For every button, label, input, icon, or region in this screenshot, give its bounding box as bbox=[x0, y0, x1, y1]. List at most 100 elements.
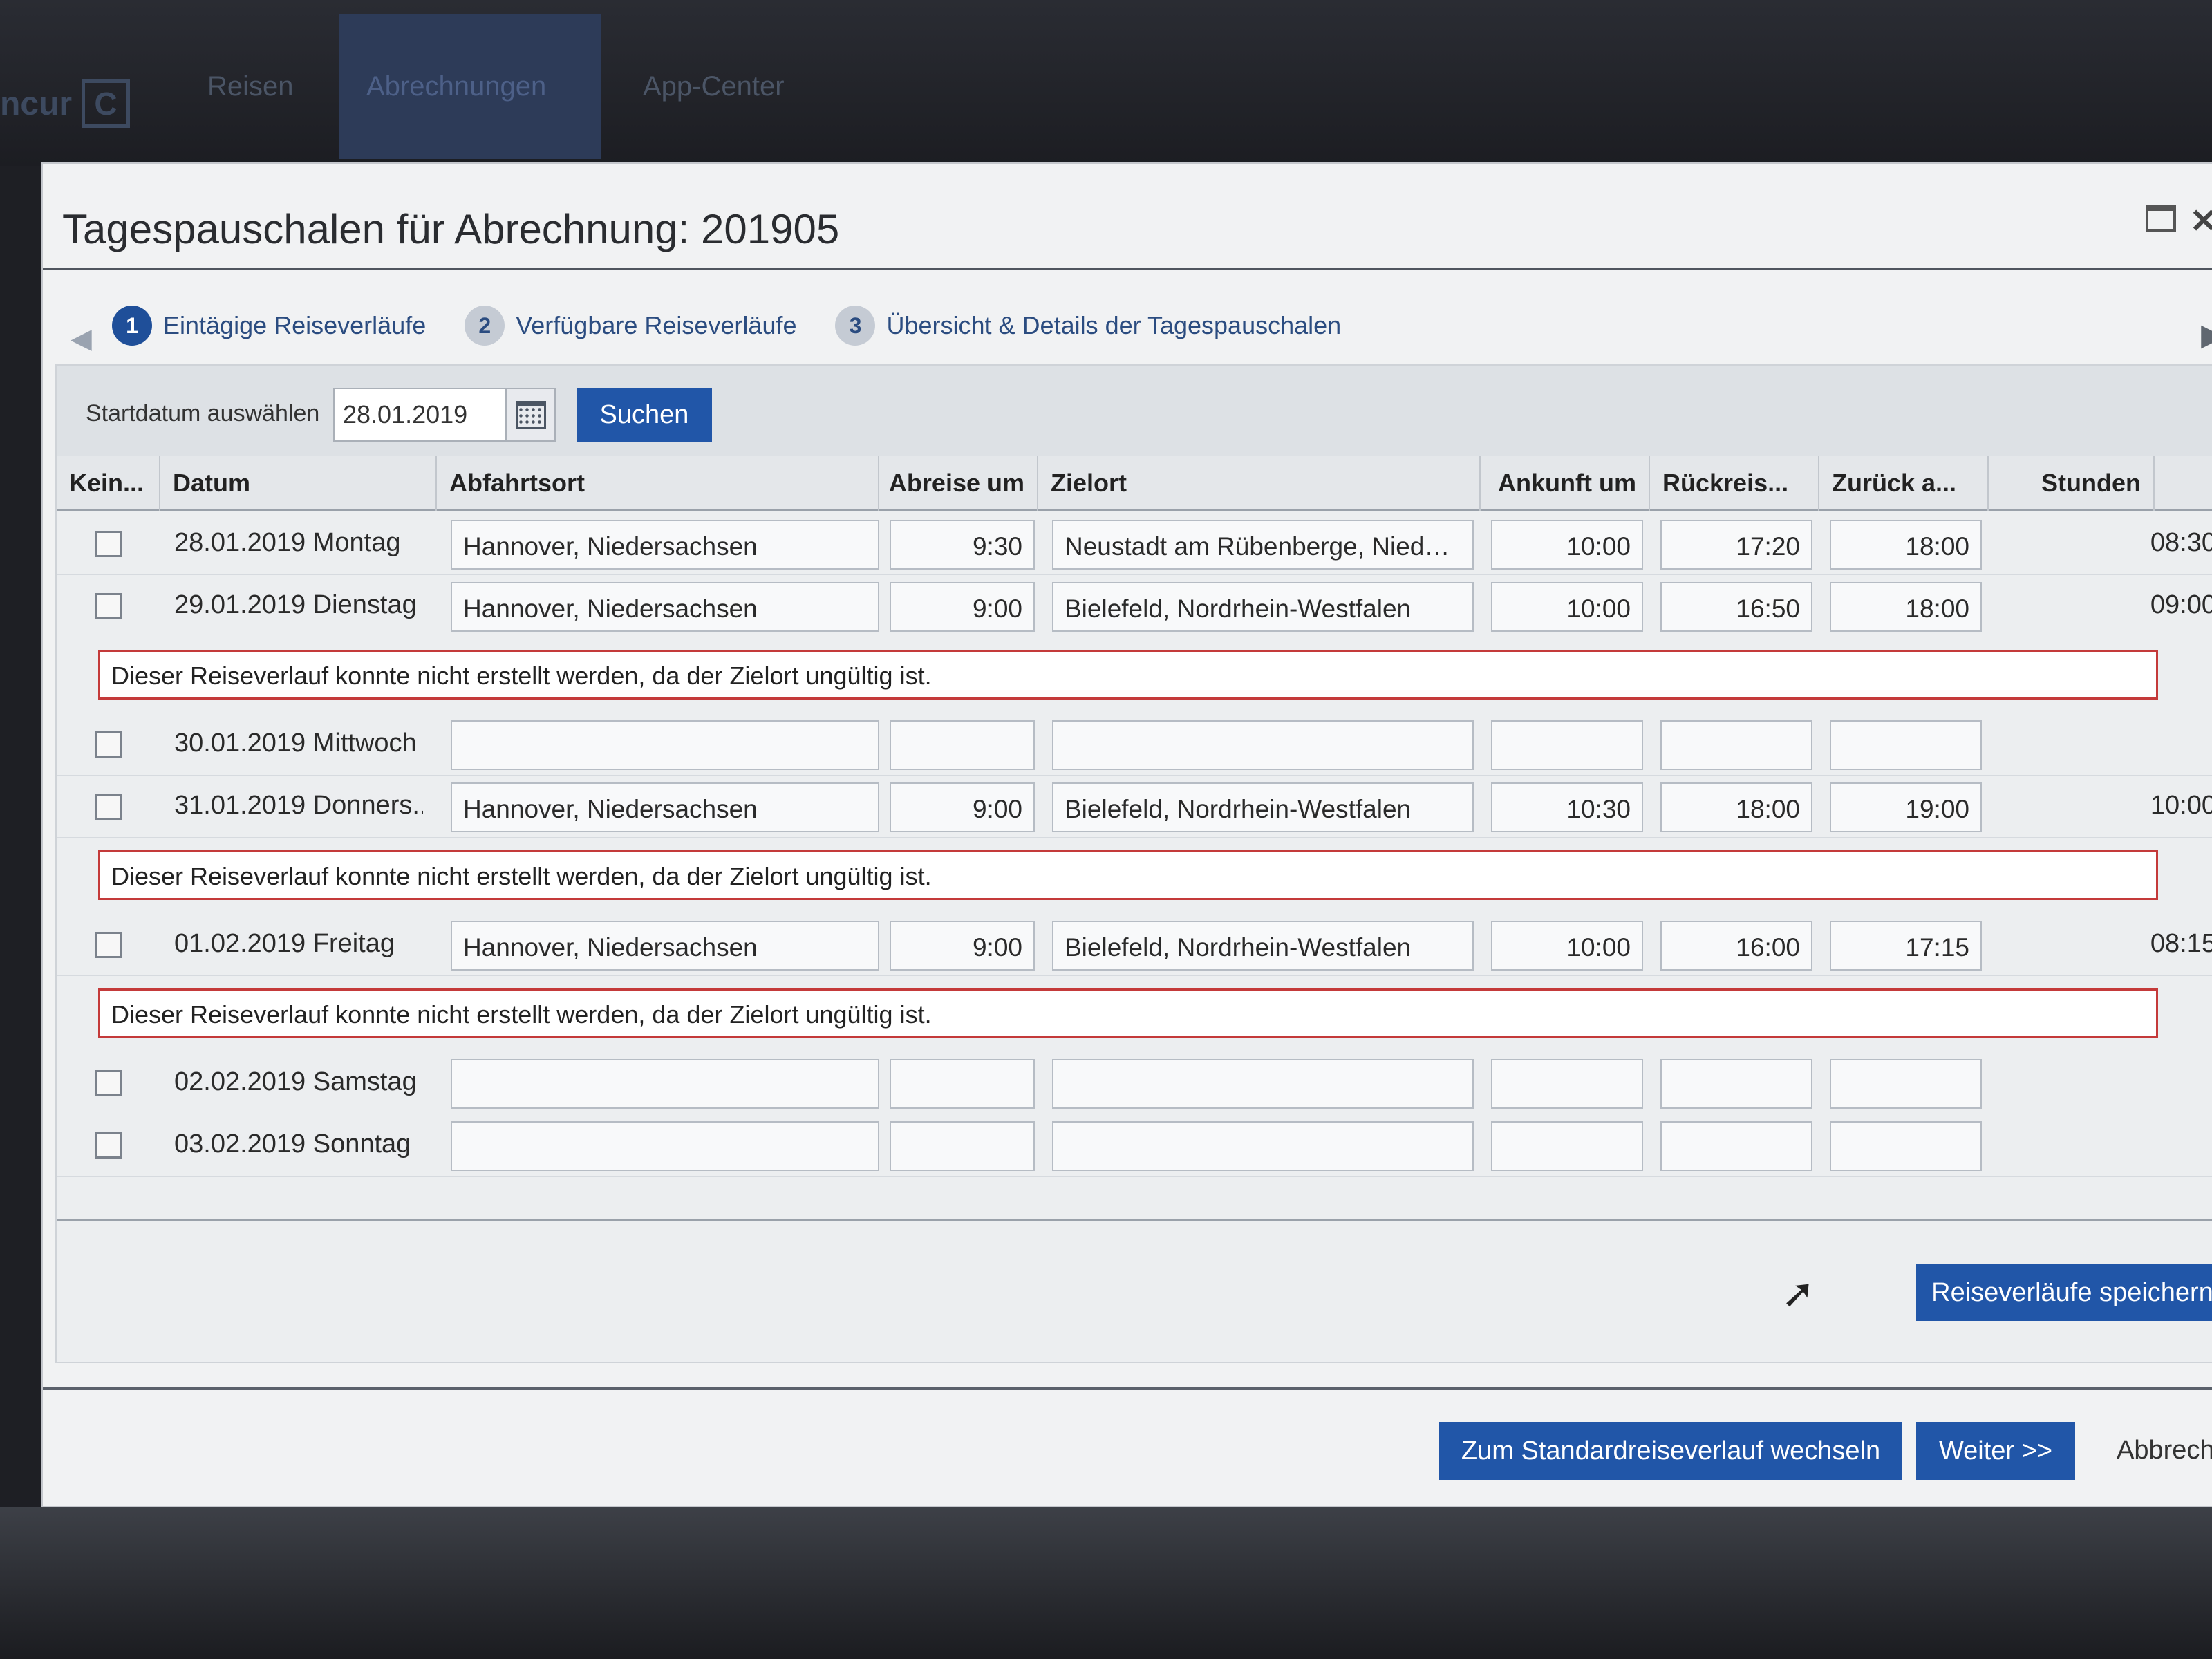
col-header-datum[interactable]: Datum bbox=[160, 456, 437, 511]
arrival-time-field[interactable]: 10:00 bbox=[1491, 520, 1643, 570]
table-bottom-rule bbox=[57, 1219, 2212, 1221]
calendar-icon bbox=[516, 401, 546, 429]
row-date: 30.01.2019 Mittwoch bbox=[174, 729, 417, 758]
departure-place-field[interactable]: Hannover, Niedersachsen bbox=[451, 520, 879, 570]
app-logo: ncur C bbox=[0, 76, 131, 131]
row-date: 29.01.2019 Dienstag bbox=[174, 590, 417, 619]
nav-tab-reisen[interactable]: Reisen bbox=[180, 14, 321, 159]
return-departure-field[interactable]: 18:00 bbox=[1660, 782, 1812, 832]
col-header-ankunft[interactable]: Ankunft um bbox=[1481, 456, 1650, 511]
daily-allowance-dialog: Tagespauschalen für Abrechnung: 201905 ✕… bbox=[41, 162, 2212, 1507]
row-checkbox[interactable] bbox=[95, 794, 122, 820]
return-arrival-field[interactable] bbox=[1830, 1121, 1982, 1171]
departure-time-field[interactable]: 9:00 bbox=[890, 782, 1035, 832]
table-row: 30.01.2019 Mittwoch bbox=[57, 713, 2212, 776]
table-row: 29.01.2019 Dienstag Hannover, Niedersach… bbox=[57, 575, 2212, 637]
next-button[interactable]: Weiter >> bbox=[1916, 1422, 2075, 1480]
return-arrival-field[interactable]: 19:00 bbox=[1830, 782, 1982, 832]
arrival-time-field[interactable] bbox=[1491, 720, 1643, 770]
cancel-link[interactable]: Abbreche bbox=[2117, 1436, 2212, 1465]
row-checkbox[interactable] bbox=[95, 1132, 122, 1159]
col-header-zielort[interactable]: Zielort bbox=[1038, 456, 1481, 511]
row-checkbox[interactable] bbox=[95, 932, 122, 958]
row-checkbox[interactable] bbox=[95, 531, 122, 557]
wizard-steps: 1 Eintägige Reiseverläufe 2 Verfügbare R… bbox=[112, 306, 1341, 346]
switch-to-standard-button[interactable]: Zum Standardreiseverlauf wechseln bbox=[1439, 1422, 1902, 1480]
itinerary-panel: Startdatum auswählen Suchen Kein... Datu… bbox=[55, 364, 2212, 1363]
destination-field[interactable] bbox=[1052, 1059, 1474, 1109]
col-header-abreise[interactable]: Abreise um bbox=[879, 456, 1038, 511]
destination-field[interactable] bbox=[1052, 1121, 1474, 1171]
step-3[interactable]: 3 Übersicht & Details der Tagespauschale… bbox=[835, 306, 1341, 346]
row-checkbox[interactable] bbox=[95, 731, 122, 758]
departure-time-field[interactable]: 9:30 bbox=[890, 520, 1035, 570]
return-arrival-field[interactable]: 17:15 bbox=[1830, 921, 1982, 971]
destination-field[interactable] bbox=[1052, 720, 1474, 770]
departure-place-field[interactable]: Hannover, Niedersachsen bbox=[451, 921, 879, 971]
step-number: 2 bbox=[465, 306, 505, 346]
table-header: Kein... Datum Abfahrtsort Abreise um Zie… bbox=[57, 456, 2212, 511]
return-departure-field[interactable]: 16:00 bbox=[1660, 921, 1812, 971]
table-row: 02.02.2019 Samstag bbox=[57, 1052, 2212, 1114]
table-row: 03.02.2019 Sonntag bbox=[57, 1114, 2212, 1177]
steps-next-icon[interactable]: ▶ bbox=[2201, 317, 2212, 353]
step-2[interactable]: 2 Verfügbare Reiseverläufe bbox=[465, 306, 796, 346]
return-arrival-field[interactable] bbox=[1830, 1059, 1982, 1109]
destination-field[interactable]: Bielefeld, Nordrhein-Westfalen bbox=[1052, 782, 1474, 832]
departure-place-field[interactable] bbox=[451, 720, 879, 770]
nav-tab-app-center[interactable]: App-Center bbox=[615, 14, 812, 159]
departure-place-field[interactable]: Hannover, Niedersachsen bbox=[451, 782, 879, 832]
departure-time-field[interactable] bbox=[890, 720, 1035, 770]
maximize-icon[interactable] bbox=[2146, 205, 2176, 232]
arrival-time-field[interactable]: 10:00 bbox=[1491, 921, 1643, 971]
start-date-label: Startdatum auswählen bbox=[86, 400, 320, 427]
close-icon[interactable]: ✕ bbox=[2190, 205, 2212, 238]
departure-time-field[interactable]: 9:00 bbox=[890, 582, 1035, 632]
row-checkbox[interactable] bbox=[95, 1070, 122, 1096]
nav-tab-abrechnungen[interactable]: Abrechnungen bbox=[339, 14, 601, 159]
return-arrival-field[interactable]: 18:00 bbox=[1830, 582, 1982, 632]
col-header-kein[interactable]: Kein... bbox=[57, 456, 160, 511]
departure-place-field[interactable] bbox=[451, 1121, 879, 1171]
table-row: 31.01.2019 Donners... Hannover, Niedersa… bbox=[57, 776, 2212, 838]
calendar-button[interactable] bbox=[506, 388, 556, 442]
step-label: Verfügbare Reiseverläufe bbox=[516, 311, 797, 339]
departure-place-field[interactable]: Hannover, Niedersachsen bbox=[451, 582, 879, 632]
departure-time-field[interactable] bbox=[890, 1121, 1035, 1171]
arrival-time-field[interactable]: 10:30 bbox=[1491, 782, 1643, 832]
row-checkbox[interactable] bbox=[95, 593, 122, 619]
error-row: Dieser Reiseverlauf konnte nicht erstell… bbox=[57, 838, 2212, 914]
step-1[interactable]: 1 Eintägige Reiseverläufe bbox=[112, 306, 426, 346]
return-departure-field[interactable] bbox=[1660, 1059, 1812, 1109]
departure-place-field[interactable] bbox=[451, 1059, 879, 1109]
start-date-input[interactable] bbox=[333, 388, 506, 442]
row-date: 03.02.2019 Sonntag bbox=[174, 1130, 411, 1159]
table-body: 28.01.2019 Montag Hannover, Niedersachse… bbox=[57, 513, 2212, 1177]
destination-field[interactable]: Neustadt am Rübenberge, Nieder... bbox=[1052, 520, 1474, 570]
return-departure-field[interactable]: 17:20 bbox=[1660, 520, 1812, 570]
return-arrival-field[interactable] bbox=[1830, 720, 1982, 770]
return-arrival-field[interactable]: 18:00 bbox=[1830, 520, 1982, 570]
row-hours: 08:15 bbox=[2150, 929, 2212, 958]
arrival-time-field[interactable] bbox=[1491, 1121, 1643, 1171]
row-date: 02.02.2019 Samstag bbox=[174, 1067, 417, 1096]
search-button[interactable]: Suchen bbox=[577, 388, 712, 442]
save-itineraries-button[interactable]: Reiseverläufe speichern bbox=[1916, 1264, 2212, 1321]
dialog-title: Tagespauschalen für Abrechnung: 201905 bbox=[62, 206, 840, 252]
departure-time-field[interactable] bbox=[890, 1059, 1035, 1109]
return-departure-field[interactable]: 16:50 bbox=[1660, 582, 1812, 632]
steps-prev-icon[interactable]: ◀ bbox=[71, 323, 92, 355]
table-row: 01.02.2019 Freitag Hannover, Niedersachs… bbox=[57, 914, 2212, 976]
arrival-time-field[interactable]: 10:00 bbox=[1491, 582, 1643, 632]
col-header-stunden[interactable]: Stunden bbox=[1989, 456, 2155, 511]
departure-time-field[interactable]: 9:00 bbox=[890, 921, 1035, 971]
return-departure-field[interactable] bbox=[1660, 1121, 1812, 1171]
col-header-rueckreise[interactable]: Rückreis... bbox=[1650, 456, 1819, 511]
return-departure-field[interactable] bbox=[1660, 720, 1812, 770]
destination-field[interactable]: Bielefeld, Nordrhein-Westfalen bbox=[1052, 582, 1474, 632]
arrival-time-field[interactable] bbox=[1491, 1059, 1643, 1109]
col-header-abfahrtsort[interactable]: Abfahrtsort bbox=[437, 456, 879, 511]
col-header-zurueck[interactable]: Zurück a... bbox=[1819, 456, 1989, 511]
destination-field[interactable]: Bielefeld, Nordrhein-Westfalen bbox=[1052, 921, 1474, 971]
row-hours: 08:30 bbox=[2150, 528, 2212, 557]
